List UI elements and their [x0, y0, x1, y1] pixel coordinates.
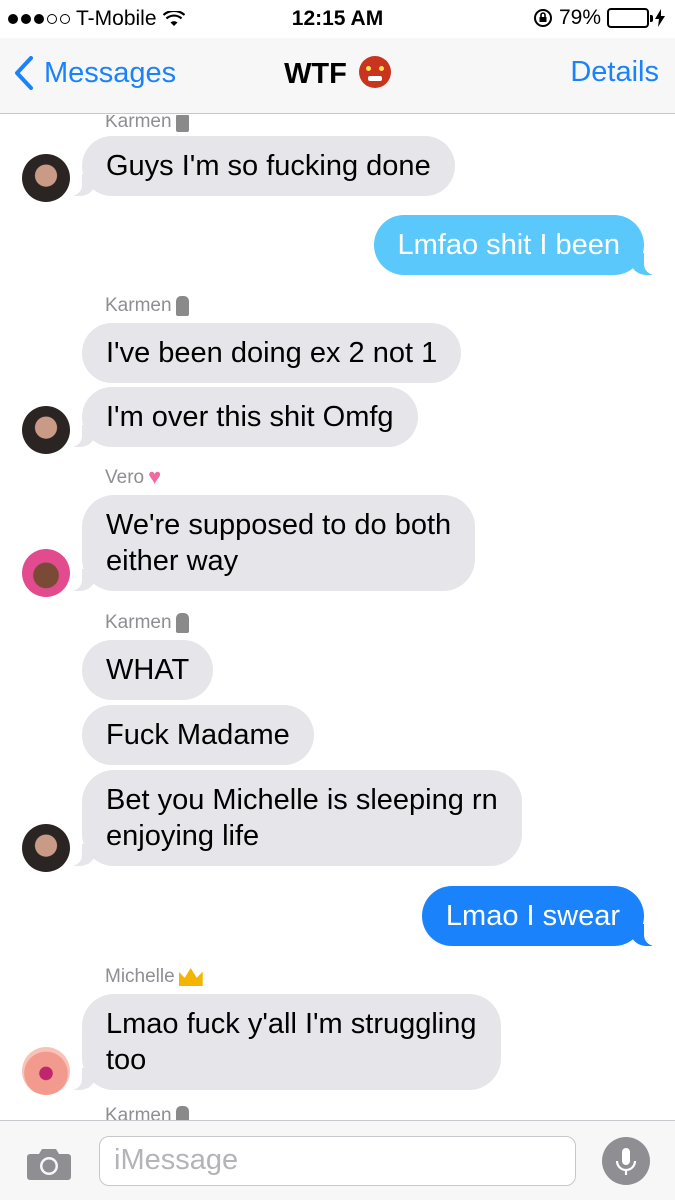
navigation-bar: Messages WTF Details: [0, 38, 675, 114]
sender-label-partial: Karmen: [105, 1105, 189, 1120]
imessage-input[interactable]: iMessage: [99, 1136, 576, 1186]
message-thread[interactable]: Karmen Guys I'm so fucking done Lmfao sh…: [0, 115, 675, 1120]
incoming-message[interactable]: WHAT: [82, 640, 214, 700]
status-bar: T-Mobile 12:15 AM 79%: [0, 0, 675, 38]
outgoing-message[interactable]: Lmfao shit I been: [373, 215, 665, 275]
sender-label: Karmen: [105, 295, 189, 317]
crown-emoji-icon: [178, 968, 203, 986]
avatar[interactable]: [22, 406, 70, 454]
message-line: either way: [106, 545, 239, 577]
heart-with-arrow-emoji-icon: [148, 464, 170, 490]
sender-label: Michelle: [105, 966, 203, 988]
moai-emoji-icon: [175, 1106, 189, 1120]
moai-emoji-icon: [175, 296, 189, 316]
message-line: too: [106, 1044, 147, 1076]
message-line: Lmao fuck y'all I'm struggling: [106, 1008, 477, 1040]
message-line: We're supposed to do both: [106, 509, 452, 541]
avatar[interactable]: [22, 549, 70, 597]
battery-area: 79%: [533, 6, 665, 30]
avatar[interactable]: [22, 1047, 70, 1095]
incoming-message[interactable]: Guys I'm so fucking done: [62, 136, 455, 196]
microphone-button[interactable]: [602, 1137, 650, 1185]
charging-bolt-icon: [655, 9, 665, 27]
incoming-message[interactable]: Lmao fuck y'all I'm struggling too: [62, 994, 501, 1090]
avatar[interactable]: [22, 154, 70, 202]
incoming-message[interactable]: I'm over this shit Omfg: [62, 387, 418, 447]
incoming-message[interactable]: Fuck Madame: [82, 705, 314, 765]
sender-label: Vero: [105, 464, 170, 490]
incoming-message[interactable]: Bet you Michelle is sleeping rn enjoying…: [62, 770, 522, 866]
message-input-bar: iMessage: [0, 1120, 675, 1200]
battery-icon: [607, 8, 653, 28]
moai-emoji-icon: [175, 613, 189, 633]
incoming-message[interactable]: We're supposed to do both either way: [61, 495, 476, 591]
outgoing-message[interactable]: Lmao I swear: [421, 886, 665, 946]
avatar[interactable]: [22, 824, 70, 872]
rotation-lock-icon: [533, 9, 552, 27]
moai-emoji-icon: [175, 115, 189, 132]
camera-icon[interactable]: [26, 1147, 72, 1181]
microphone-icon: [615, 1148, 637, 1175]
incoming-message[interactable]: I've been doing ex 2 not 1: [82, 323, 462, 383]
sender-label: Karmen: [105, 115, 189, 133]
message-line: enjoying life: [106, 820, 260, 852]
title-text: WTF: [284, 58, 347, 90]
battery-percent: 79%: [558, 6, 601, 29]
sender-label: Karmen: [105, 612, 189, 634]
details-button[interactable]: Details: [570, 56, 659, 89]
ogre-emoji-icon: [358, 56, 391, 88]
message-line: Bet you Michelle is sleeping rn: [106, 784, 498, 816]
